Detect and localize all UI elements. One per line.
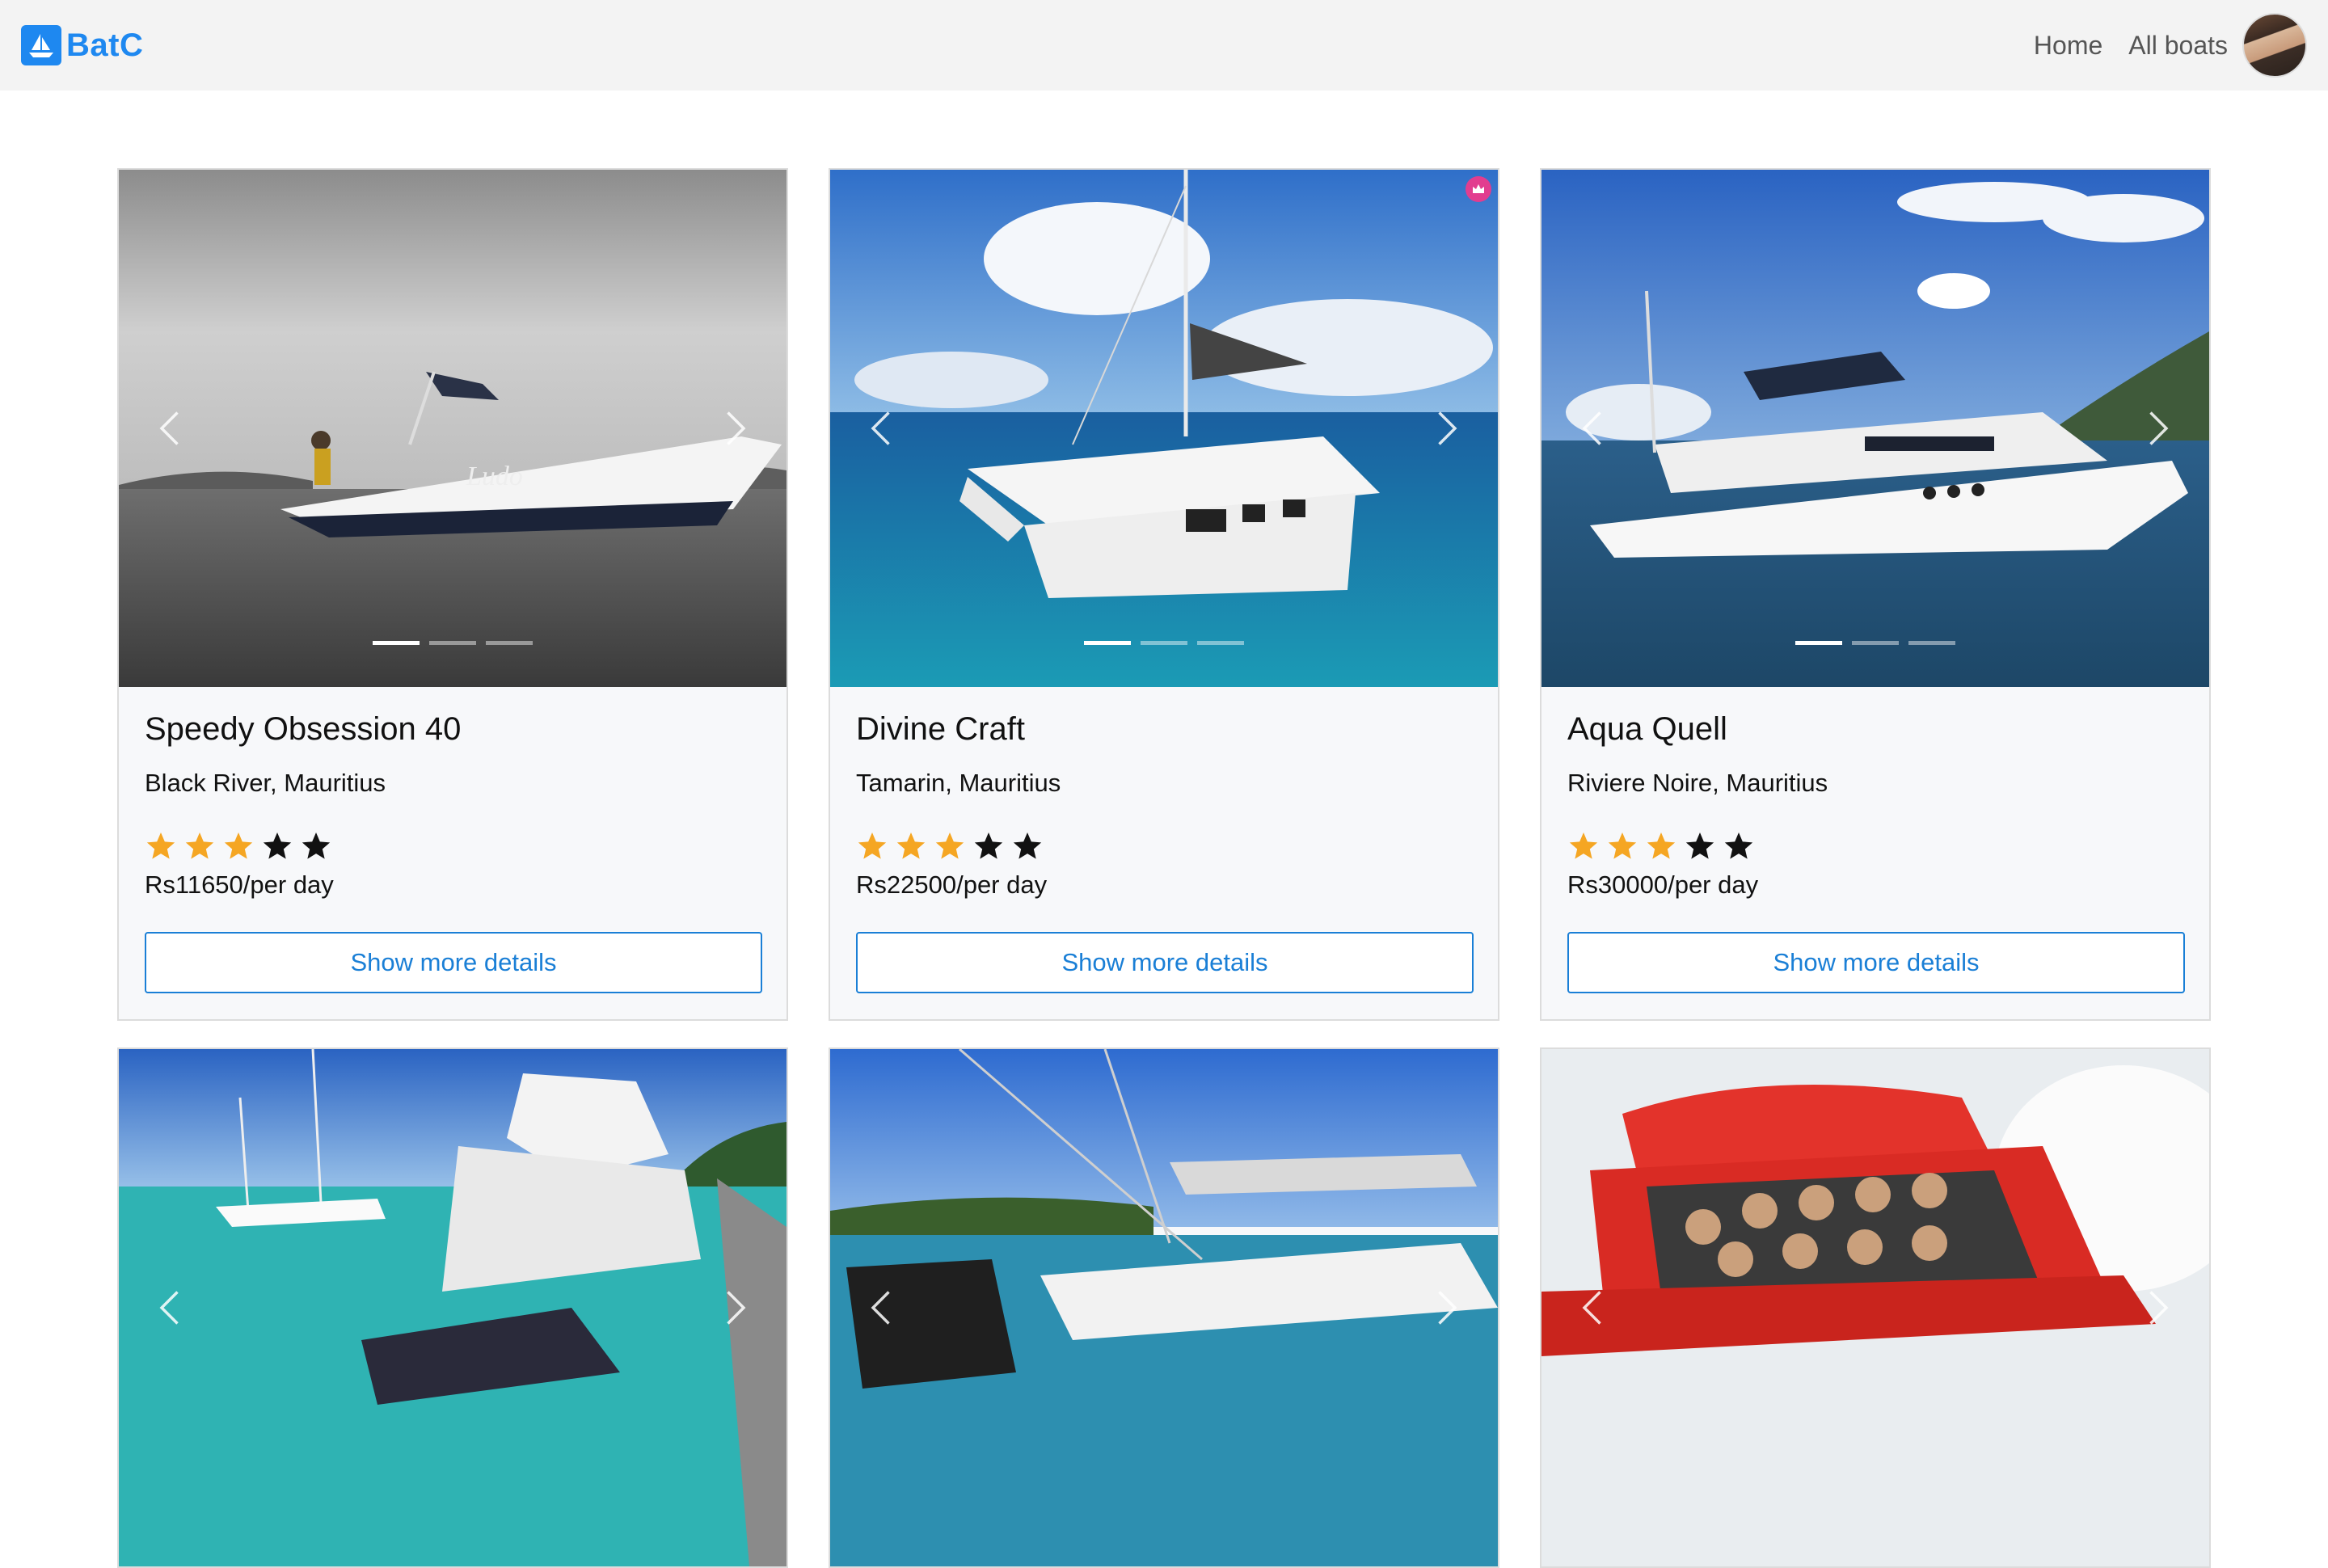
- boat-title: Speedy Obsession 40: [145, 711, 462, 747]
- boat-location: Black River, Mauritius: [145, 769, 386, 797]
- star-icon: [185, 832, 214, 859]
- boat-image-carousel[interactable]: [1541, 1049, 2209, 1566]
- boat-photo: [830, 1049, 1498, 1566]
- boat-card: [117, 1047, 788, 1568]
- chevron-left-icon[interactable]: [862, 407, 905, 449]
- carousel-indicator[interactable]: [1852, 641, 1899, 645]
- brand-name: BatC: [66, 27, 144, 63]
- chevron-right-icon[interactable]: [1423, 407, 1466, 449]
- rating-stars: [1567, 830, 2183, 862]
- star-icon: [1608, 832, 1637, 859]
- star-icon: [263, 832, 292, 859]
- star-icon: [302, 832, 331, 859]
- star-icon: [858, 832, 887, 859]
- boat-card: Ludo Speedy Obsession 40 Black River, Ma…: [117, 168, 788, 1021]
- boat-image-carousel[interactable]: [830, 1049, 1498, 1566]
- brand-link[interactable]: BatC: [21, 25, 143, 65]
- rating-stars: [145, 830, 761, 862]
- boat-image-carousel[interactable]: Ludo: [119, 170, 787, 687]
- carousel-indicator[interactable]: [1197, 641, 1244, 645]
- carousel-indicator[interactable]: [1141, 641, 1187, 645]
- boat-price: Rs30000/per day: [1567, 870, 1759, 899]
- show-more-details-button[interactable]: Show more details: [1567, 932, 2185, 993]
- star-icon: [974, 832, 1003, 859]
- boat-location: Tamarin, Mauritius: [856, 769, 1061, 797]
- carousel-indicators: [119, 641, 787, 645]
- chevron-left-icon[interactable]: [151, 1287, 193, 1329]
- chevron-left-icon[interactable]: [1574, 407, 1616, 449]
- chevron-right-icon[interactable]: [1423, 1287, 1466, 1329]
- boat-photo: [1541, 170, 2209, 687]
- carousel-indicator[interactable]: [429, 641, 476, 645]
- star-icon: [896, 832, 926, 859]
- star-icon: [1685, 832, 1714, 859]
- carousel-indicator[interactable]: [486, 641, 533, 645]
- star-icon: [1013, 832, 1042, 859]
- boat-card: Divine Craft Tamarin, Mauritius Rs22500/…: [829, 168, 1499, 1021]
- boat-image-carousel[interactable]: [830, 170, 1498, 687]
- chevron-right-icon[interactable]: [2135, 407, 2177, 449]
- crown-icon: [1473, 184, 1484, 193]
- boat-photo: [119, 1049, 787, 1566]
- chevron-right-icon[interactable]: [712, 1287, 754, 1329]
- chevron-right-icon[interactable]: [2135, 1287, 2177, 1329]
- boat-title: Aqua Quell: [1567, 711, 1727, 747]
- carousel-indicator[interactable]: [373, 641, 420, 645]
- user-avatar[interactable]: [2242, 13, 2307, 78]
- star-icon: [1724, 832, 1753, 859]
- boat-image-carousel[interactable]: [119, 1049, 787, 1566]
- boat-card: [1540, 1047, 2211, 1568]
- carousel-indicators: [1541, 641, 2209, 645]
- carousel-indicator[interactable]: [1084, 641, 1131, 645]
- carousel-indicator[interactable]: [1795, 641, 1842, 645]
- top-navbar: BatC Home All boats: [0, 0, 2328, 91]
- star-icon: [146, 832, 175, 859]
- boat-photo: [830, 170, 1498, 687]
- rating-stars: [856, 830, 1472, 862]
- boat-photo: Ludo: [119, 170, 787, 687]
- show-more-details-button[interactable]: Show more details: [145, 932, 762, 993]
- star-icon: [224, 832, 253, 859]
- hull-name-label: Ludo: [466, 462, 523, 491]
- boat-card: [829, 1047, 1499, 1568]
- boat-logo-icon: [21, 25, 61, 65]
- chevron-left-icon[interactable]: [151, 407, 193, 449]
- carousel-indicators: [830, 641, 1498, 645]
- show-more-details-button[interactable]: Show more details: [856, 932, 1474, 993]
- chevron-left-icon[interactable]: [862, 1287, 905, 1329]
- nav-link-all-boats[interactable]: All boats: [2128, 31, 2228, 61]
- star-icon: [1647, 832, 1676, 859]
- boat-card: Aqua Quell Riviere Noire, Mauritius Rs30…: [1540, 168, 2211, 1021]
- chevron-right-icon[interactable]: [712, 407, 754, 449]
- boat-location: Riviere Noire, Mauritius: [1567, 769, 1828, 797]
- boat-title: Divine Craft: [856, 711, 1025, 747]
- star-icon: [1569, 832, 1598, 859]
- premium-badge: [1466, 176, 1491, 202]
- boat-price: Rs22500/per day: [856, 870, 1048, 899]
- star-icon: [935, 832, 964, 859]
- boat-photo: [1541, 1049, 2209, 1566]
- chevron-left-icon[interactable]: [1574, 1287, 1616, 1329]
- nav-link-home[interactable]: Home: [2034, 31, 2102, 61]
- boat-image-carousel[interactable]: [1541, 170, 2209, 687]
- carousel-indicator[interactable]: [1908, 641, 1955, 645]
- boat-price: Rs11650/per day: [145, 870, 334, 899]
